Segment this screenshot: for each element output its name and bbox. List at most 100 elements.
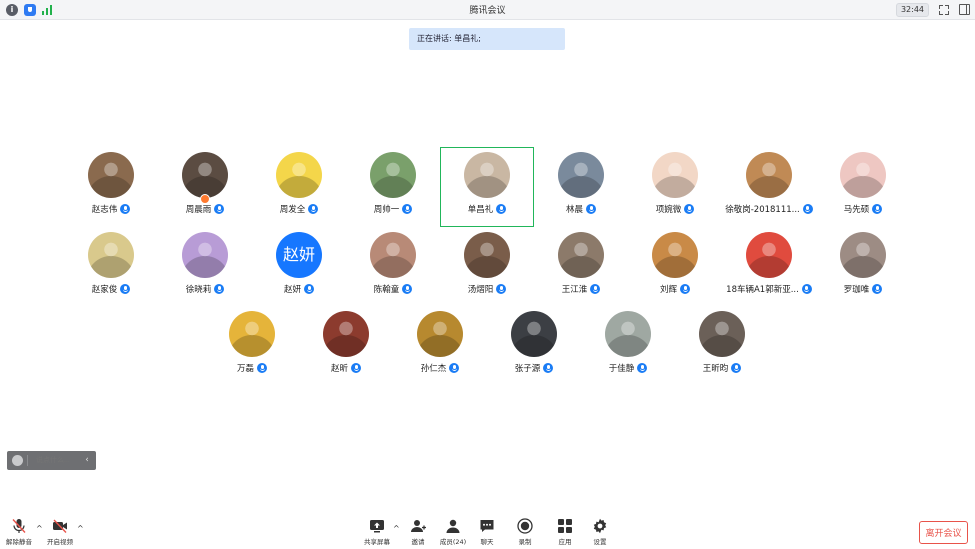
avatar (511, 311, 557, 357)
chat-input[interactable] (27, 455, 83, 466)
collapse-chat-icon[interactable]: ‹ (82, 454, 92, 466)
mic-status-icon (402, 283, 413, 294)
mic-status-icon (214, 203, 225, 214)
chat-bubble-icon (479, 518, 495, 534)
participant-name-row: 马先硕 (817, 203, 909, 215)
participant-name: 孙仁杰 (420, 364, 447, 374)
participant-name-row: 赵志伟 (65, 203, 157, 215)
title-bar: i 腾讯会议 32:44 (0, 0, 975, 20)
participant-tile[interactable]: 赵昕 (300, 307, 392, 385)
participant-name-row: 陈翰童 (347, 283, 439, 295)
participant-tile[interactable]: 马先硕 (817, 148, 909, 226)
avatar (229, 311, 275, 357)
participant-tile[interactable]: 孙仁杰 (394, 307, 486, 385)
avatar (699, 311, 745, 357)
participant-tile[interactable]: 张子源 (488, 307, 580, 385)
participant-tile[interactable]: 徐晓莉 (159, 228, 251, 306)
participant-tile[interactable]: 周发全 (253, 148, 345, 226)
start-video-button[interactable]: 开启视频 (42, 518, 78, 546)
avatar (182, 232, 228, 278)
participant-name-row: 张子源 (488, 362, 580, 374)
participant-name: 赵志伟 (91, 205, 118, 215)
mic-status-icon (684, 203, 695, 214)
mic-status-icon (257, 362, 267, 373)
participant-name-row: 项婉微 (629, 203, 721, 215)
mic-status-icon (637, 362, 648, 373)
participant-name: 赵昕 (330, 364, 348, 374)
avatar (652, 152, 698, 198)
participant-tile[interactable]: 18车辆A1郭新亚... (723, 228, 815, 306)
mic-status-icon (731, 362, 742, 373)
participant-name-row: 刘辉 (629, 283, 721, 295)
meeting-timer: 32:44 (895, 3, 929, 17)
participant-tile[interactable]: 汤熠阳 (441, 228, 533, 306)
participant-tile[interactable]: 王江淮 (535, 228, 627, 306)
settings-label: 设置 (593, 538, 607, 546)
participant-tile[interactable]: 陈翰童 (347, 228, 439, 306)
participant-tile[interactable]: 刘辉 (629, 228, 721, 306)
participant-name-row: 孙仁杰 (394, 362, 486, 374)
layout-toggle-icon[interactable] (959, 4, 970, 15)
participant-tile[interactable]: 徐敬岗-2018111... (723, 148, 815, 226)
settings-button[interactable]: 设置 (582, 518, 618, 546)
avatar (88, 152, 134, 198)
participant-name: 赵妍 (283, 285, 301, 295)
emoji-icon[interactable] (12, 455, 23, 466)
participant-tile[interactable]: 周帅一 (347, 148, 439, 226)
invite-icon (410, 518, 426, 534)
chat-input-bar[interactable]: ‹ (7, 451, 96, 470)
participant-name: 项婉微 (655, 205, 682, 215)
avatar (746, 152, 792, 198)
avatar (652, 232, 698, 278)
participant-tile[interactable]: 周晨雨 (159, 148, 251, 226)
members-button[interactable]: 成员(24) (435, 518, 471, 546)
invite-button[interactable]: 邀请 (400, 518, 436, 546)
participant-tile[interactable]: 赵家俊 (65, 228, 157, 306)
gear-icon (592, 518, 608, 534)
participant-name: 林晨 (565, 205, 583, 215)
participant-name-row: 林晨 (535, 203, 627, 215)
participant-name: 赵家俊 (91, 285, 118, 295)
participant-tile[interactable]: 林晨 (535, 148, 627, 226)
mic-status-icon (802, 203, 813, 214)
share-screen-button[interactable]: 共享屏幕 (359, 518, 395, 546)
participant-name: 徐敬岗-2018111... (725, 205, 800, 215)
participant-tile[interactable]: 赵志伟 (65, 148, 157, 226)
participant-name: 周帅一 (373, 205, 400, 215)
participant-tile[interactable]: 单昌礼 (440, 147, 534, 227)
leave-meeting-button[interactable]: 离开会议 (919, 521, 968, 544)
participant-tile[interactable]: 项婉微 (629, 148, 721, 226)
participant-name-row: 周发全 (253, 203, 345, 215)
chat-button[interactable]: 聊天 (469, 518, 505, 546)
apps-button[interactable]: 应用 (547, 518, 583, 546)
mic-status-icon (120, 283, 131, 294)
participant-tile[interactable]: 王昕昀 (676, 307, 768, 385)
participant-tile[interactable]: 罗珈唯 (817, 228, 909, 306)
members-icon (445, 518, 461, 534)
participant-name-row: 汤熠阳 (441, 283, 533, 295)
participant-tile[interactable]: 万磊 (206, 307, 298, 385)
chat-label: 聊天 (480, 538, 494, 546)
avatar: 赵妍 (276, 232, 322, 278)
participant-name-row: 赵妍 (253, 283, 345, 295)
participant-tile[interactable]: 于佳静 (582, 307, 674, 385)
participant-name: 周发全 (279, 205, 306, 215)
fullscreen-icon[interactable] (939, 5, 949, 15)
avatar (88, 232, 134, 278)
mic-status-icon (872, 203, 883, 214)
unmute-button[interactable]: 解除静音 (1, 518, 37, 546)
participant-name: 陈翰童 (373, 285, 400, 295)
participant-name: 单昌礼 (467, 205, 494, 215)
avatar (746, 232, 792, 278)
avatar (558, 152, 604, 198)
participant-name-row: 徐晓莉 (159, 283, 251, 295)
participant-tile[interactable]: 赵妍 赵妍 (253, 228, 345, 306)
record-button[interactable]: 录制 (507, 518, 543, 546)
video-options-chevron-icon[interactable]: ^ (77, 524, 85, 533)
avatar (464, 232, 510, 278)
mic-status-icon (402, 203, 413, 214)
mic-status-icon (449, 362, 460, 373)
members-label: 成员(24) (439, 538, 467, 546)
participant-name: 罗珈唯 (843, 285, 870, 295)
apps-grid-icon (557, 518, 573, 534)
